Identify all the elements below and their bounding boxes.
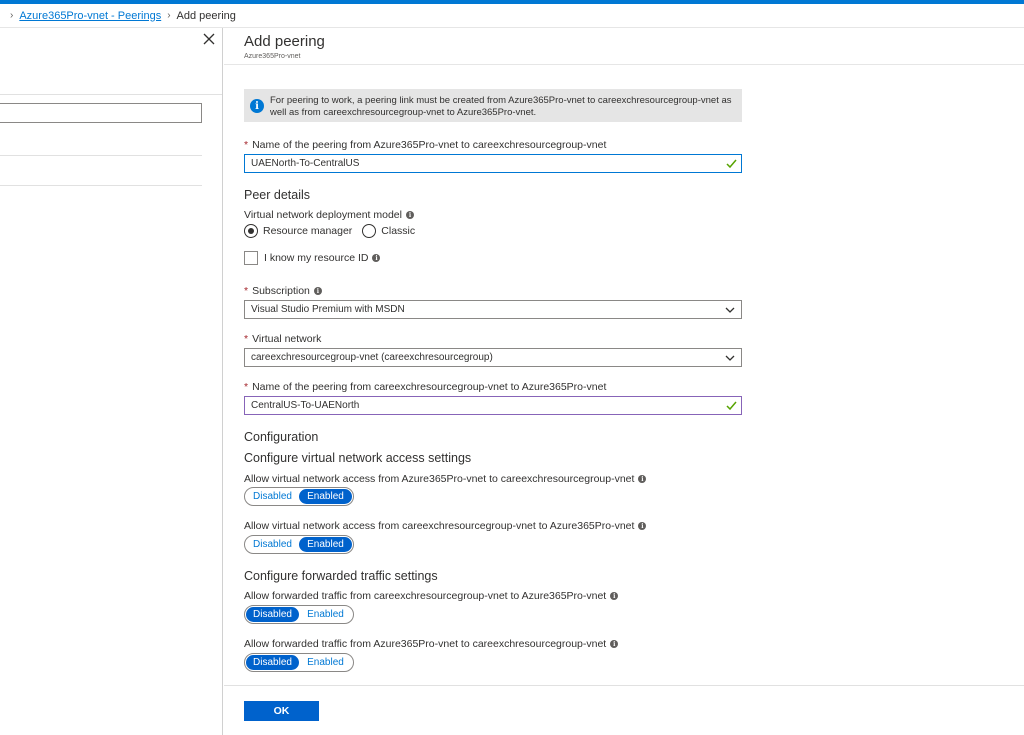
peering-name-input[interactable]: UAENorth-To-CentralUS — [244, 154, 742, 173]
radio-label: Classic — [381, 225, 416, 237]
info-text: For peering to work, a peering link must… — [270, 95, 732, 118]
required-marker: * — [244, 285, 249, 297]
toggle-enabled-option[interactable]: Enabled — [299, 537, 352, 552]
filter-input[interactable] — [0, 103, 202, 123]
peering-name-label: * Name of the peering from Azure365Pro-v… — [244, 139, 607, 151]
breadcrumb: › Azure365Pro-vnet - Peerings › Add peer… — [0, 4, 1024, 28]
forward2-label: Allow forwarded traffic from Azure365Pro… — [244, 638, 619, 650]
required-marker: * — [244, 381, 249, 393]
forward1-toggle[interactable]: Disabled Enabled — [244, 605, 354, 624]
info-icon: i — [250, 99, 264, 113]
chevron-down-icon — [725, 307, 735, 313]
breadcrumb-link-peerings[interactable]: Azure365Pro-vnet - Peerings — [19, 10, 161, 22]
page-title: Add peering — [244, 33, 325, 50]
divider — [0, 155, 202, 156]
page-subtitle: Azure365Pro-vnet — [244, 53, 301, 60]
deployment-model-radios: Resource manager Classic — [244, 224, 425, 238]
peer-details-heading: Peer details — [244, 188, 311, 202]
subscription-label: * Subscription i — [244, 285, 322, 297]
toggle-disabled-option[interactable]: Disabled — [246, 537, 299, 552]
access2-label: Allow virtual network access from careex… — [244, 520, 647, 532]
remote-peering-name-input[interactable]: CentralUS-To-UAENorth — [244, 396, 742, 415]
chevron-down-icon — [725, 355, 735, 361]
divider — [0, 185, 202, 186]
resource-id-checkbox-row: I know my resource ID i — [244, 251, 381, 265]
access1-toggle[interactable]: Disabled Enabled — [244, 487, 354, 506]
info-icon[interactable]: i — [313, 287, 322, 295]
toggle-enabled-option[interactable]: Enabled — [299, 607, 352, 622]
divider — [0, 94, 222, 95]
checkbox-label: I know my resource ID — [264, 252, 369, 264]
virtual-network-label: * Virtual network — [244, 333, 322, 345]
left-blade — [0, 28, 223, 735]
virtual-network-select[interactable]: careexchresourcegroup-vnet (careexchreso… — [244, 348, 742, 367]
configuration-heading: Configuration — [244, 430, 319, 444]
required-marker: * — [244, 333, 249, 345]
radio-resource-manager[interactable] — [244, 224, 258, 238]
remote-peering-name-label: * Name of the peering from careexchresou… — [244, 381, 607, 393]
info-icon[interactable]: i — [638, 522, 647, 530]
info-banner: i For peering to work, a peering link mu… — [244, 89, 742, 122]
info-icon[interactable]: i — [610, 640, 619, 648]
footer-divider — [224, 685, 1024, 686]
resource-id-checkbox[interactable] — [244, 251, 258, 265]
forwarded-settings-heading: Configure forwarded traffic settings — [244, 569, 438, 583]
checkmark-icon — [726, 159, 737, 169]
info-icon[interactable]: i — [638, 475, 647, 483]
subscription-select[interactable]: Visual Studio Premium with MSDN — [244, 300, 742, 319]
info-icon[interactable]: i — [372, 254, 381, 262]
info-icon[interactable]: i — [405, 211, 414, 219]
radio-label: Resource manager — [263, 225, 353, 237]
ok-button[interactable]: OK — [244, 701, 319, 721]
deployment-model-label: Virtual network deployment model i — [244, 209, 414, 221]
divider — [224, 64, 1024, 65]
radio-classic[interactable] — [362, 224, 377, 238]
toggle-disabled-option[interactable]: Disabled — [246, 607, 299, 622]
access-settings-heading: Configure virtual network access setting… — [244, 451, 472, 465]
toggle-enabled-option[interactable]: Enabled — [299, 489, 352, 504]
breadcrumb-separator-icon: › — [167, 10, 171, 21]
breadcrumb-current: Add peering — [176, 9, 236, 22]
close-icon[interactable] — [202, 32, 216, 46]
breadcrumb-separator-icon: › — [10, 10, 14, 21]
toggle-disabled-option[interactable]: Disabled — [246, 655, 299, 670]
access1-label: Allow virtual network access from Azure3… — [244, 473, 647, 485]
checkmark-icon — [726, 401, 737, 411]
toggle-enabled-option[interactable]: Enabled — [299, 655, 352, 670]
forward1-label: Allow forwarded traffic from careexchres… — [244, 590, 619, 602]
toggle-disabled-option[interactable]: Disabled — [246, 489, 299, 504]
access2-toggle[interactable]: Disabled Enabled — [244, 535, 354, 554]
forward2-toggle[interactable]: Disabled Enabled — [244, 653, 354, 672]
required-marker: * — [244, 139, 249, 151]
info-icon[interactable]: i — [610, 592, 619, 600]
add-peering-blade: Add peering Azure365Pro-vnet i For peeri… — [224, 28, 1024, 735]
